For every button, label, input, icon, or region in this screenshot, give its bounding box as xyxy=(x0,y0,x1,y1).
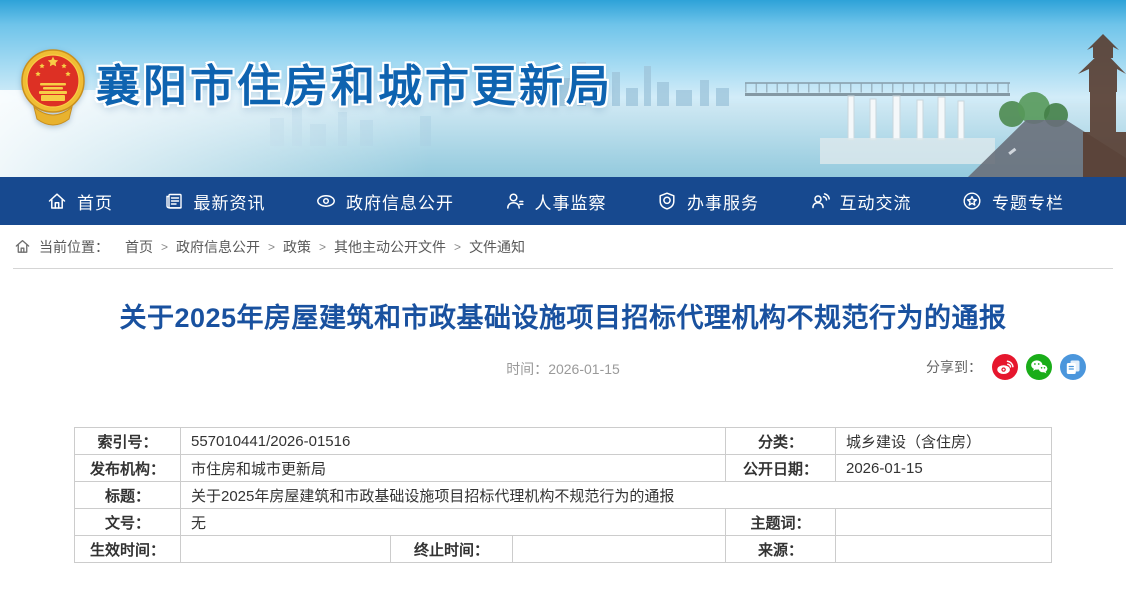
breadcrumb: 当前位置： 首页 > 政府信息公开 > 政策 > 其他主动公开文件 > 文件通知 xyxy=(0,225,1126,268)
time-value: 2026-01-15 xyxy=(548,361,620,377)
article-title: 关于2025年房屋建筑和市政基础设施项目招标代理机构不规范行为的通报 xyxy=(56,301,1070,336)
breadcrumb-item-home[interactable]: 首页 xyxy=(125,237,153,257)
breadcrumb-item-doc-notice[interactable]: 文件通知 xyxy=(469,237,525,257)
article-main: 关于2025年房屋建筑和市政基础设施项目招标代理机构不规范行为的通报 时间：20… xyxy=(0,301,1126,563)
effective-time-label: 生效时间： xyxy=(75,536,181,563)
expire-time-value xyxy=(513,536,726,563)
document-info-table: 索引号： 557010441/2026-01516 分类： 城乡建设（含住房） … xyxy=(74,427,1052,563)
category-label: 分类： xyxy=(726,428,836,455)
share-label: 分享到： xyxy=(926,357,982,377)
brand: 襄阳市住房和城市更新局 xyxy=(20,40,613,134)
nav-item-label: 首页 xyxy=(77,189,113,214)
star-icon xyxy=(961,190,983,212)
publish-date-value: 2026-01-15 xyxy=(836,455,1052,482)
national-emblem-icon xyxy=(20,40,86,134)
nav-item-gov-info[interactable]: 政府信息公开 xyxy=(315,189,454,214)
site-title: 襄阳市住房和城市更新局 xyxy=(96,65,613,109)
breadcrumb-separator: > xyxy=(319,240,326,254)
site-banner: 襄阳市住房和城市更新局 xyxy=(0,0,1126,177)
nav-item-special-topics[interactable]: 专题专栏 xyxy=(961,189,1064,214)
nav-item-label: 专题专栏 xyxy=(992,189,1064,214)
title-value: 关于2025年房屋建筑和市政基础设施项目招标代理机构不规范行为的通报 xyxy=(181,482,1052,509)
copy-share-icon[interactable] xyxy=(1060,354,1086,380)
shield-icon xyxy=(656,190,678,212)
table-row-dates: 生效时间： 终止时间： 来源： xyxy=(75,536,1052,563)
breadcrumb-separator: > xyxy=(161,240,168,254)
nav-item-home[interactable]: 首页 xyxy=(46,189,113,214)
source-value xyxy=(836,536,1052,563)
breadcrumb-item-policy[interactable]: 政策 xyxy=(283,237,311,257)
keywords-value xyxy=(836,509,1052,536)
table-row-doc-number: 文号： 无 主题词： xyxy=(75,509,1052,536)
breadcrumb-home-icon xyxy=(14,238,31,255)
nav-item-personnel[interactable]: 人事监察 xyxy=(504,189,607,214)
nav-item-services[interactable]: 办事服务 xyxy=(656,189,759,214)
source-label: 来源： xyxy=(726,536,836,563)
nav-item-news[interactable]: 最新资讯 xyxy=(163,189,266,214)
index-label: 索引号： xyxy=(75,428,181,455)
publish-time: 时间：2026-01-15 xyxy=(506,359,620,379)
breadcrumb-separator: > xyxy=(268,240,275,254)
breadcrumb-divider xyxy=(13,268,1113,269)
table-row-title: 标题： 关于2025年房屋建筑和市政基础设施项目招标代理机构不规范行为的通报 xyxy=(75,482,1052,509)
time-label: 时间： xyxy=(506,361,548,377)
index-value: 557010441/2026-01516 xyxy=(181,428,726,455)
person-icon xyxy=(504,190,526,212)
title-label: 标题： xyxy=(75,482,181,509)
publisher-label: 发布机构： xyxy=(75,455,181,482)
nav-item-label: 办事服务 xyxy=(687,189,759,214)
chat-icon xyxy=(809,190,831,212)
nav-item-label: 互动交流 xyxy=(840,189,912,214)
breadcrumb-item-gov-info[interactable]: 政府信息公开 xyxy=(176,237,260,257)
doc-number-value: 无 xyxy=(181,509,726,536)
expire-time-label: 终止时间： xyxy=(391,536,513,563)
publisher-value: 市住房和城市更新局 xyxy=(181,455,726,482)
main-nav: 首页 最新资讯 政府信息公开 人事监察 办事服务 互动交流 专题专栏 xyxy=(0,177,1126,225)
news-icon xyxy=(163,190,185,212)
weibo-share-icon[interactable] xyxy=(992,354,1018,380)
share-bar: 分享到： xyxy=(926,354,1086,380)
nav-item-label: 最新资讯 xyxy=(194,189,266,214)
nav-item-label: 政府信息公开 xyxy=(346,189,454,214)
breadcrumb-separator: > xyxy=(454,240,461,254)
table-row-index: 索引号： 557010441/2026-01516 分类： 城乡建设（含住房） xyxy=(75,428,1052,455)
category-value: 城乡建设（含住房） xyxy=(836,428,1052,455)
publish-date-label: 公开日期： xyxy=(726,455,836,482)
article-meta: 时间：2026-01-15 分享到： xyxy=(0,352,1126,382)
home-icon xyxy=(46,190,68,212)
keywords-label: 主题词： xyxy=(726,509,836,536)
breadcrumb-item-other-public-docs[interactable]: 其他主动公开文件 xyxy=(334,237,446,257)
wechat-share-icon[interactable] xyxy=(1026,354,1052,380)
nav-item-interaction[interactable]: 互动交流 xyxy=(809,189,912,214)
effective-time-value xyxy=(181,536,391,563)
eye-icon xyxy=(315,190,337,212)
doc-number-label: 文号： xyxy=(75,509,181,536)
nav-item-label: 人事监察 xyxy=(535,189,607,214)
table-row-publisher: 发布机构： 市住房和城市更新局 公开日期： 2026-01-15 xyxy=(75,455,1052,482)
breadcrumb-label: 当前位置： xyxy=(39,237,109,257)
